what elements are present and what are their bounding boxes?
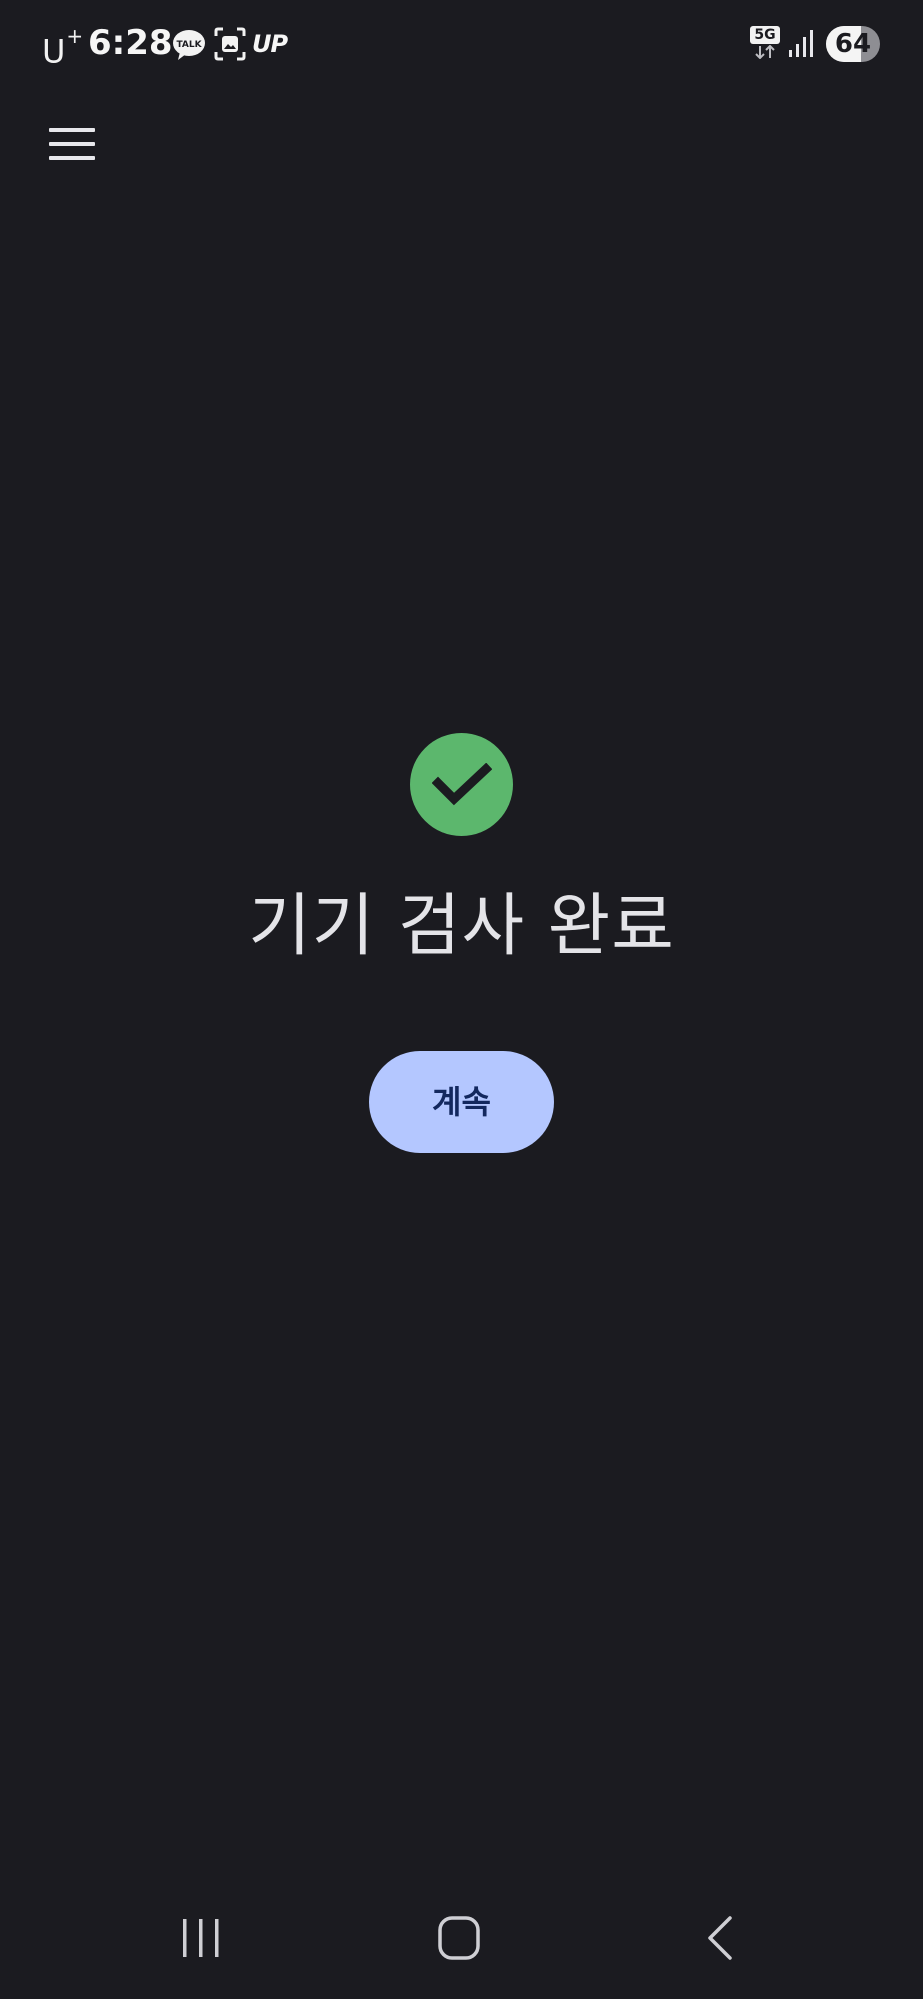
back-icon bbox=[708, 1916, 732, 1960]
data-arrows-icon bbox=[755, 45, 775, 59]
status-time: 6:28 bbox=[88, 23, 173, 63]
battery-level: 64 bbox=[834, 29, 872, 59]
carrier-label: U+ bbox=[42, 24, 83, 72]
kakaotalk-icon: TALK bbox=[173, 30, 205, 60]
check-circle-icon bbox=[410, 733, 513, 836]
menu-button[interactable] bbox=[36, 114, 108, 174]
recent-apps-icon bbox=[183, 1919, 219, 1957]
network-5g-icon: 5G bbox=[750, 26, 780, 60]
battery-indicator: 64 bbox=[826, 26, 880, 62]
back-button[interactable] bbox=[690, 1890, 752, 1980]
hamburger-menu-icon bbox=[49, 128, 95, 160]
checkmark-icon bbox=[431, 762, 492, 805]
gallery-icon bbox=[214, 27, 246, 61]
carrier-plus: + bbox=[66, 24, 84, 48]
navigation-bar bbox=[0, 1890, 923, 1990]
uplus-app-icon: UP bbox=[252, 30, 288, 58]
page-title: 기기 검사 완료 bbox=[248, 887, 675, 966]
network-type-label: 5G bbox=[750, 26, 780, 44]
home-button[interactable] bbox=[428, 1890, 490, 1980]
home-icon bbox=[438, 1916, 480, 1960]
talk-icon-label: TALK bbox=[176, 40, 202, 50]
signal-bars-icon bbox=[789, 30, 813, 57]
carrier-name: U bbox=[42, 32, 66, 71]
continue-button[interactable]: 계속 bbox=[369, 1051, 554, 1153]
recent-apps-button[interactable] bbox=[170, 1890, 232, 1980]
status-bar: U+ 6:28 TALK UP 5G 64 bbox=[0, 0, 923, 86]
